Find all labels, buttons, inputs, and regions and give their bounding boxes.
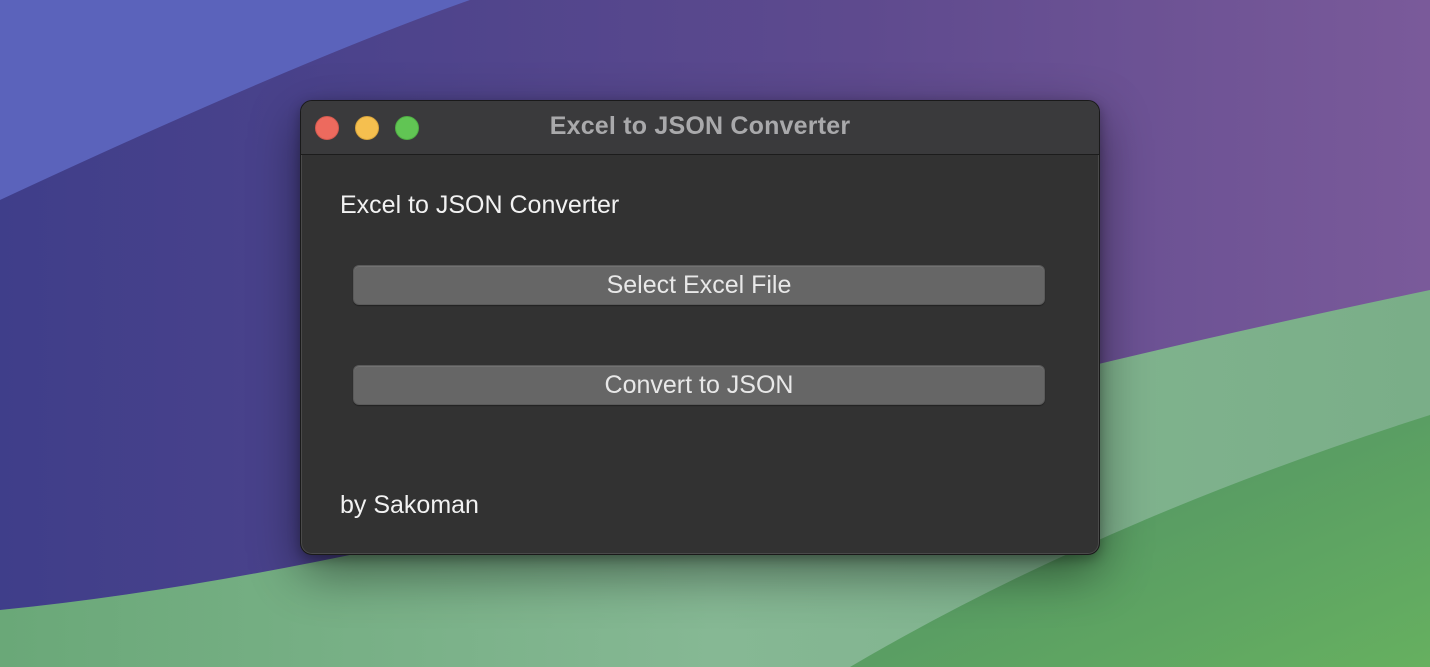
window-content: Excel to JSON Converter Select Excel Fil… [301, 155, 1099, 553]
app-heading: Excel to JSON Converter [340, 191, 620, 219]
author-credit: by Sakoman [340, 491, 479, 519]
desktop: Excel to JSON Converter Excel to JSON Co… [0, 0, 1430, 667]
select-excel-file-button[interactable]: Select Excel File [353, 265, 1045, 305]
title-bar[interactable]: Excel to JSON Converter [301, 101, 1099, 155]
convert-to-json-button[interactable]: Convert to JSON [353, 365, 1045, 405]
window-title: Excel to JSON Converter [549, 112, 851, 140]
app-window: Excel to JSON Converter Excel to JSON Co… [300, 100, 1100, 555]
